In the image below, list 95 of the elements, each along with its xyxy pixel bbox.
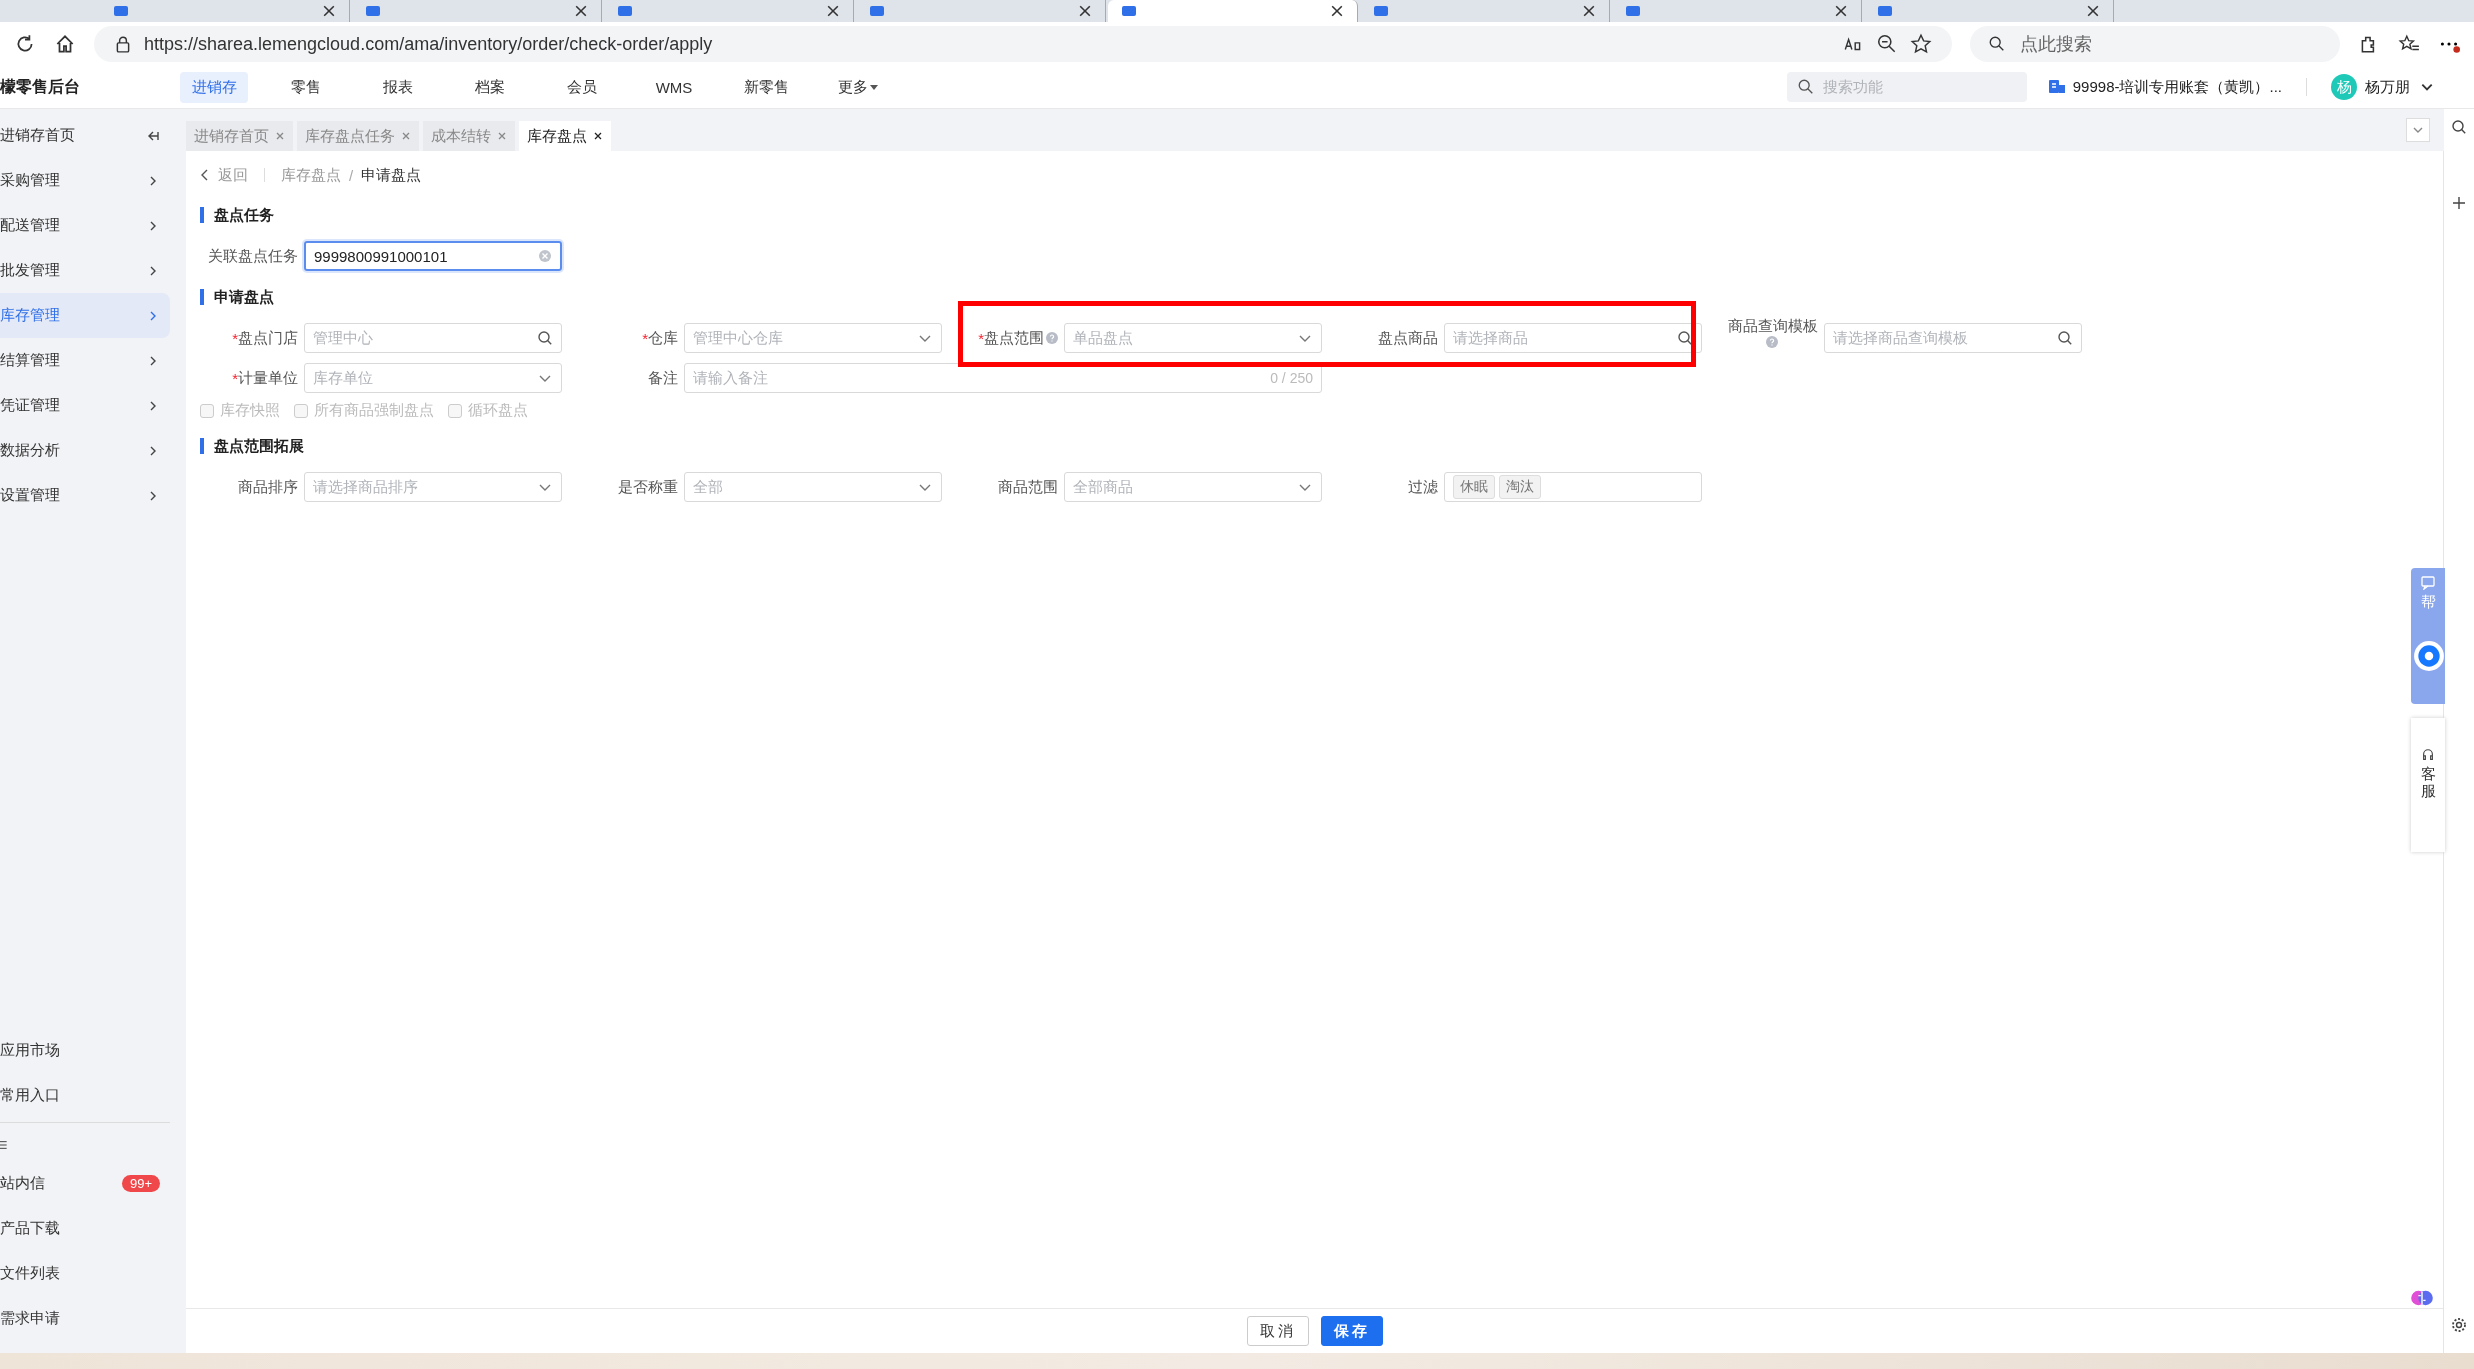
search-icon[interactable] [1677,330,1693,346]
close-icon[interactable] [1583,5,1595,17]
breadcrumb-item: 申请盘点 [361,165,422,185]
field-label: 商品范围 [998,477,1058,497]
menu-icon[interactable] [0,1139,10,1151]
app-brand: 檬零售后台 [0,76,81,97]
close-icon[interactable] [827,5,839,17]
nav-tab[interactable]: 零售 [272,71,340,103]
sidebar-item[interactable]: 凭证管理 [0,383,170,428]
filter-tag[interactable]: 休眠 [1453,475,1495,499]
sidebar-item[interactable]: 结算管理 [0,338,170,383]
tab-favicon-icon [1122,6,1136,16]
field-label: 盘点门店 [238,328,298,348]
close-icon[interactable] [1835,5,1847,17]
field-label: 计量单位 [238,368,298,388]
search-icon [1988,35,2006,53]
sidebar-item[interactable]: 批发管理 [0,248,170,293]
sidebar-item[interactable]: 产品下载 [0,1206,170,1251]
input-field[interactable]: 休眠 淘汰 [1444,472,1702,502]
task-input-field[interactable]: 9999800991000101 [304,241,562,271]
field-label: 商品查询模板 [1728,317,1818,336]
nav-tab[interactable]: 档案 [456,71,524,103]
nav-tab[interactable]: WMS [640,71,708,103]
tab-favicon-icon [114,6,128,16]
assistant-bubble-icon[interactable] [2413,640,2445,672]
nav-tab[interactable]: 新零售 [732,71,800,103]
close-icon[interactable] [575,5,587,17]
user-name[interactable]: 杨万朋 [2365,77,2410,97]
search-icon[interactable] [537,330,553,346]
nav-tab[interactable]: 进销存 [180,71,248,103]
plus-icon[interactable] [2451,195,2467,211]
close-icon[interactable] [323,5,335,17]
close-icon[interactable] [1331,5,1343,17]
checkbox-label: 循环盘点 [468,401,528,420]
browser-search-field[interactable]: 点此搜索 [1970,26,2340,62]
customer-service-tab[interactable]: 客服 [2411,718,2445,852]
lock-icon [114,35,132,53]
tab-favicon-icon [870,6,884,16]
field-label: 盘点商品 [1378,328,1438,348]
field-label: 关联盘点任务 [207,246,298,266]
sidebar-item[interactable]: 数据分析 [0,428,170,473]
nav-tab[interactable]: 报表 [364,71,432,103]
headset-icon [2421,748,2435,762]
sidebar-item[interactable]: 站内信 99+ [0,1161,170,1206]
search-icon [1796,78,1815,96]
close-icon[interactable] [2087,5,2099,17]
search-icon[interactable] [2057,330,2073,346]
sidebar-item[interactable]: 文件列表 [0,1251,170,1296]
close-icon[interactable] [593,131,603,141]
field-label: 过滤 [1408,477,1438,497]
required-mark: * [232,329,238,347]
nav-tab[interactable]: 更多 [824,71,892,103]
back-icon[interactable] [200,168,210,182]
breadcrumb-separator: / [349,166,354,184]
tab-favicon-icon [618,6,632,16]
url-text: https://sharea.lemengcloud.com/ama/inventory/order/check-order/apply [144,33,713,55]
tab-favicon-icon [1374,6,1388,16]
address-bar[interactable]: https://sharea.lemengcloud.com/ama/inventory/order/check-order/apply [94,26,1952,62]
sidebar-item[interactable]: 配送管理 [0,203,170,248]
browser-tab[interactable] [1108,0,1358,22]
sidebar-item[interactable]: 应用市场 [0,1028,170,1073]
home-icon[interactable] [54,33,76,55]
sidebar-item[interactable]: 需求申请 [0,1296,170,1341]
field-label: 备注 [648,368,678,388]
tab-favicon-icon [1878,6,1892,16]
field-label: 商品排序 [238,477,298,497]
settings-icon[interactable] [2451,1317,2467,1333]
search-icon[interactable] [2451,119,2467,135]
required-mark: * [642,329,648,347]
required-mark: * [232,369,238,387]
field-label: 是否称重 [618,477,678,497]
chat-icon [2421,576,2435,590]
sidebar-item[interactable]: 进销存首页 [0,113,170,158]
nav-tab[interactable]: 会员 [548,71,616,103]
unread-count: 99+ [121,1175,160,1192]
field-label: 盘点范围 [984,328,1044,348]
account-set-link[interactable]: 99998-培训专用账套（黄凯）... [2072,77,2282,97]
checkbox-label: 库存快照 [220,401,280,420]
close-icon[interactable] [1079,5,1091,17]
zoom-out-icon[interactable] [1876,33,1898,55]
tab-favicon-icon [1626,6,1640,16]
footer-button[interactable]: 取消 [1246,1316,1309,1346]
star-icon[interactable] [1910,33,1932,55]
sidebar-item[interactable]: 库存管理 [0,293,170,338]
required-mark: * [978,329,984,347]
footer-button[interactable]: 保存 [1320,1316,1383,1346]
tab-favicon-icon [366,6,380,16]
sidebar-item[interactable]: 采购管理 [0,158,170,203]
character-counter: 0 / 250 [1270,370,1313,386]
sidebar-item[interactable]: 设置管理 [0,473,170,518]
sidebar-item[interactable]: 常用入口 [0,1073,170,1118]
filter-tag[interactable]: 淘汰 [1499,475,1541,499]
checkbox-label: 所有商品强制盘点 [314,401,434,420]
field-label: 仓库 [648,328,678,348]
page-tab[interactable]: 库存盘点 [519,121,611,151]
